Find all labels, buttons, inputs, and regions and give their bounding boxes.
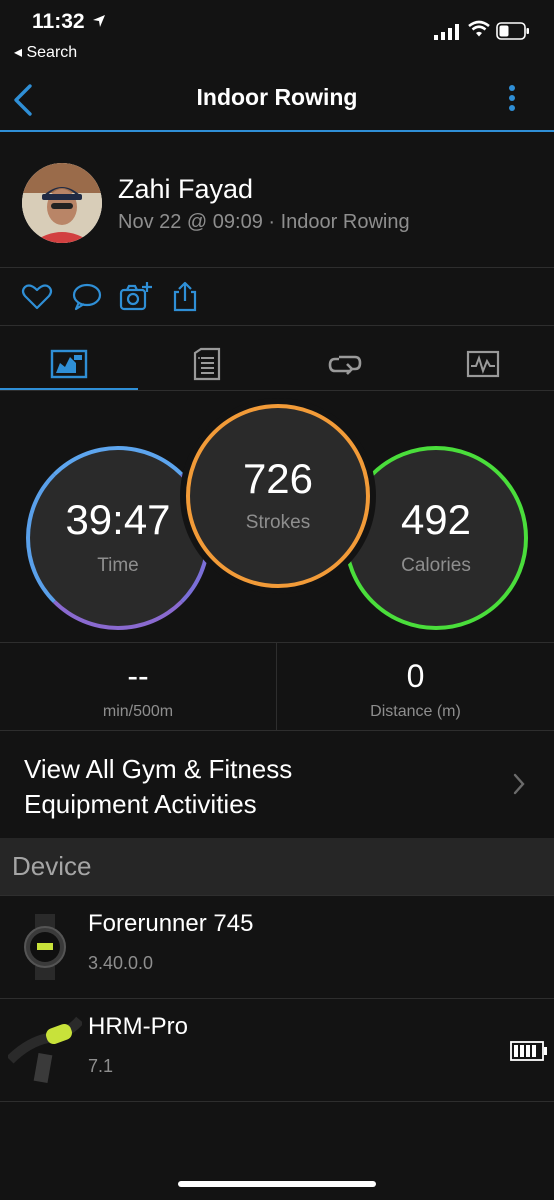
device-battery-icon bbox=[510, 1041, 547, 1061]
laps-loop-icon bbox=[328, 355, 362, 375]
signal-icon bbox=[434, 24, 459, 40]
user-name[interactable]: Zahi Fayad bbox=[118, 174, 253, 205]
device-header-label: Device bbox=[12, 851, 92, 881]
add-photo-icon[interactable] bbox=[119, 280, 153, 314]
avatar-image bbox=[22, 163, 102, 243]
device-row-forerunner[interactable] bbox=[0, 896, 554, 998]
divider bbox=[0, 267, 554, 268]
device-version: 7.1 bbox=[88, 1056, 114, 1076]
divider bbox=[0, 390, 554, 391]
device-version: 3.40.0.0 bbox=[88, 953, 154, 973]
details-document-icon bbox=[193, 347, 221, 381]
watch-icon bbox=[24, 914, 66, 980]
view-all-line1: View All Gym & Fitness bbox=[24, 754, 293, 784]
calories-stat-circle: 492 Calories bbox=[344, 446, 528, 630]
nav-divider bbox=[0, 130, 554, 132]
divider bbox=[0, 325, 554, 326]
location-arrow-icon bbox=[93, 15, 105, 27]
home-indicator bbox=[178, 1181, 376, 1187]
back-to-search-link[interactable]: ◂ Search bbox=[14, 42, 77, 62]
pace-value: -- bbox=[127, 658, 149, 694]
pace-label: min/500m bbox=[102, 703, 174, 720]
time-label: Time bbox=[97, 555, 139, 576]
device-name: HRM-Pro bbox=[88, 1013, 188, 1040]
wifi-icon bbox=[468, 20, 490, 37]
time-stat-circle: 39:47 Time bbox=[26, 446, 210, 630]
heart-rate-strap-icon bbox=[8, 1016, 82, 1084]
strokes-label: Strokes bbox=[245, 512, 311, 533]
divider bbox=[0, 642, 554, 643]
activity-meta: Nov 22 @ 09:09 · Indoor Rowing bbox=[118, 211, 410, 233]
comment-icon[interactable] bbox=[70, 280, 104, 314]
tab-stats[interactable] bbox=[0, 340, 138, 388]
tab-graphs[interactable] bbox=[414, 340, 552, 388]
time-value: 39:47 bbox=[65, 496, 171, 543]
device-name: Forerunner 745 bbox=[88, 910, 254, 937]
tab-details[interactable] bbox=[138, 340, 276, 388]
avatar[interactable] bbox=[22, 163, 102, 243]
strokes-stat-circle: 726 Strokes bbox=[186, 404, 370, 588]
more-options-icon[interactable] bbox=[498, 82, 526, 122]
view-all-line2: Equipment Activities bbox=[24, 789, 257, 819]
divider bbox=[0, 1101, 554, 1102]
page-title: Indoor Rowing bbox=[196, 84, 358, 110]
battery-icon bbox=[496, 22, 529, 40]
stats-chart-icon bbox=[50, 349, 88, 379]
view-all-activities-label: View All Gym & Fitness Equipment Activit… bbox=[24, 752, 292, 822]
share-icon[interactable] bbox=[168, 280, 202, 314]
graph-pulse-icon bbox=[466, 350, 500, 378]
distance-value: 0 bbox=[406, 658, 425, 694]
chevron-right-icon bbox=[513, 773, 525, 795]
strokes-value: 726 bbox=[242, 455, 314, 502]
tab-laps[interactable] bbox=[276, 340, 414, 388]
calories-value: 492 bbox=[400, 496, 472, 543]
calories-label: Calories bbox=[401, 555, 471, 576]
distance-label: Distance (m) bbox=[370, 703, 461, 720]
status-time: 11:32 bbox=[32, 10, 85, 33]
like-heart-icon[interactable] bbox=[20, 280, 54, 314]
device-row-hrm-pro[interactable] bbox=[0, 999, 554, 1101]
